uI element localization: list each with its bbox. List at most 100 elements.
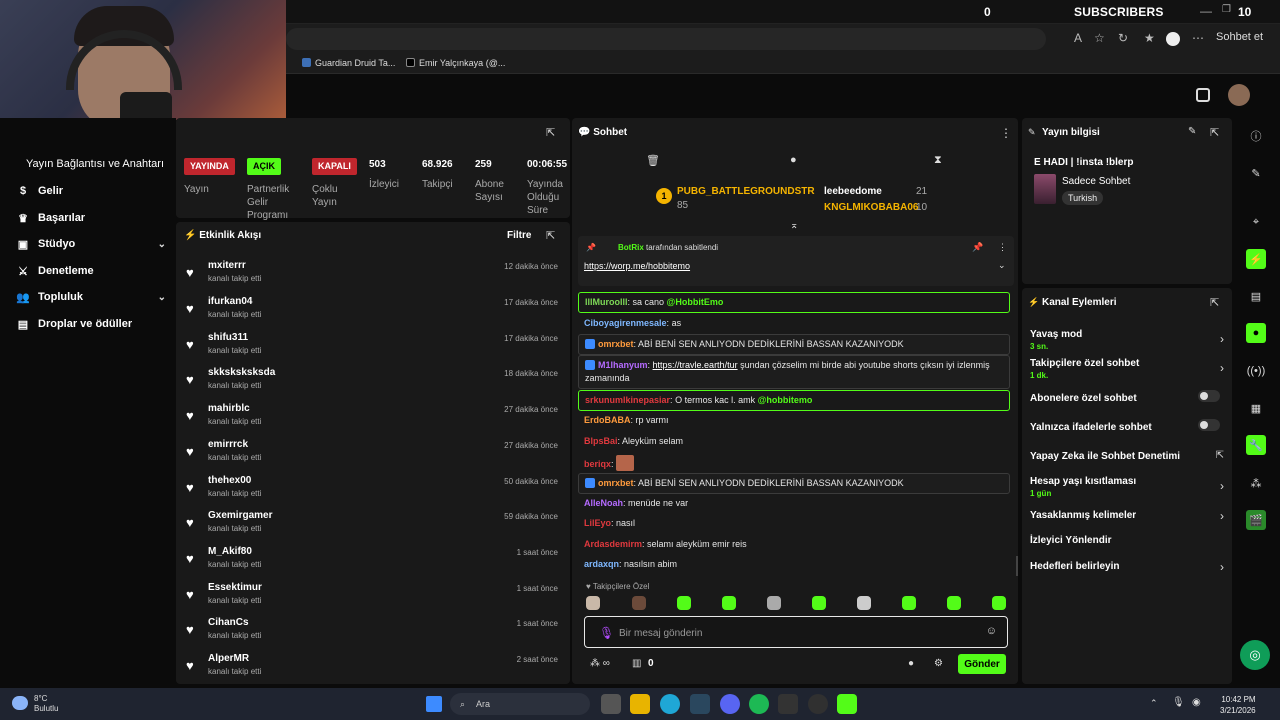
gear-icon[interactable]: ⚙	[934, 658, 943, 669]
edge-icon[interactable]	[660, 694, 680, 714]
feed-user[interactable]: mxiterrr	[208, 260, 246, 271]
feed-row[interactable]: ♥ M_Akif80 kanalı takip etti 1 saat önce	[186, 546, 560, 578]
edit-icon[interactable]: ✎	[1188, 126, 1196, 137]
emote-icon[interactable]	[767, 596, 781, 610]
chat-username[interactable]: BlpsBai	[584, 436, 618, 446]
emote-icon[interactable]	[632, 596, 646, 610]
chat-username[interactable]: lllMuroolll	[585, 297, 628, 307]
feed-row[interactable]: ♥ mahirblc kanalı takip etti 27 dakika önce	[186, 403, 560, 435]
sidebar-item-studyo[interactable]: ▣ Stüdyo ⌄	[16, 233, 166, 255]
feed-user[interactable]: shifu311	[208, 332, 248, 343]
terminal-icon[interactable]	[778, 694, 798, 714]
favorites-icon[interactable]: ★	[1144, 31, 1155, 45]
broadcast-icon[interactable]: ((•))	[1246, 361, 1266, 381]
bookmark-item[interactable]: Guardian Druid Ta...	[302, 58, 395, 68]
action-goals[interactable]: Hedefleri belirleyin ›	[1030, 558, 1226, 574]
obs-icon[interactable]	[808, 694, 828, 714]
wrench-icon[interactable]: 🔧	[1246, 435, 1266, 455]
chat-mention[interactable]: @HobbitEmo	[667, 297, 724, 307]
feed-user[interactable]: emirrrck	[208, 439, 248, 450]
infinity-icon[interactable]: ⁂ ∞	[590, 658, 610, 669]
feed-user[interactable]: AlperMR	[208, 653, 249, 664]
feed-row[interactable]: ♥ Gxemirgamer kanalı takip etti 59 dakika ö…	[186, 510, 560, 542]
emote-icon[interactable]	[812, 596, 826, 610]
file-explorer-icon[interactable]	[630, 694, 650, 714]
sidebar-item-topluluk[interactable]: 👥 Topluluk ⌄	[16, 286, 166, 308]
profile-icon[interactable]	[1166, 32, 1180, 46]
target-icon[interactable]: ⌖	[1246, 212, 1266, 232]
refresh-icon[interactable]: ↻	[1118, 31, 1128, 45]
chevron-down-icon[interactable]: ⌄	[998, 260, 1006, 271]
feed-user[interactable]: CihanCs	[208, 617, 249, 628]
feed-row[interactable]: ♥ AlperMR kanalı takip etti 2 saat önce	[186, 653, 560, 685]
pinned-menu-icon[interactable]: ⋮	[998, 242, 1007, 253]
feed-user[interactable]: thehex00	[208, 475, 251, 486]
feed-user[interactable]: Essektimur	[208, 582, 262, 593]
chat-username[interactable]: M1lhanyum	[598, 360, 648, 370]
info-icon[interactable]: ⓘ	[1246, 126, 1266, 146]
emote-icon[interactable]	[992, 596, 1006, 610]
unpin-icon[interactable]: 📌	[972, 242, 983, 253]
sidebar-item-basarilar[interactable]: ♛ Başarılar	[16, 207, 166, 229]
chevron-up-icon[interactable]: ⌃	[1150, 698, 1158, 709]
chat-icon[interactable]: ●	[1246, 323, 1266, 343]
feed-row[interactable]: ♥ mxiterrr kanalı takip etti 12 dakika önce	[186, 260, 560, 292]
chat-username[interactable]: beriqx	[584, 459, 611, 469]
stream-key-item[interactable]: Yayın Bağlantısı ve Anahtarı	[26, 158, 164, 170]
wifi-icon[interactable]: ◉	[1192, 697, 1201, 708]
send-button[interactable]: Gönder	[958, 654, 1006, 674]
chat-username[interactable]: omrxbet	[598, 478, 634, 488]
steam-icon[interactable]	[690, 694, 710, 714]
chat-settings-icon[interactable]: ●	[908, 658, 914, 669]
favorite-star-icon[interactable]: ☆	[1094, 31, 1105, 45]
emote-icon[interactable]	[947, 596, 961, 610]
feed-row[interactable]: ♥ CihanCs kanalı takip etti 1 saat önce	[186, 617, 560, 649]
feed-user[interactable]: mahirblc	[208, 403, 250, 414]
action-follower-only[interactable]: Takipçilere özel sohbet 1 dk. ›	[1030, 355, 1226, 380]
kick-studio-icon[interactable]	[1196, 88, 1210, 102]
restore-icon[interactable]: ❐	[1222, 4, 1231, 15]
more-icon[interactable]: ⋯	[1192, 31, 1204, 45]
clip-icon[interactable]: 🎬	[1246, 510, 1266, 530]
feed-row[interactable]: ♥ skksksksksda kanalı takip etti 18 dakika …	[186, 367, 560, 399]
chat-link[interactable]: https://travle.earth/tur	[653, 360, 738, 370]
chat-username[interactable]: Ciboyagirenmesale	[584, 318, 667, 328]
popout-icon[interactable]: ⇱	[1210, 126, 1219, 139]
feed-row[interactable]: ♥ thehex00 kanalı takip etti 50 dakika önce	[186, 475, 560, 507]
chat-menu-icon[interactable]: ⋮	[1000, 126, 1012, 140]
language-tag[interactable]: Turkish	[1062, 191, 1104, 205]
action-banned-words[interactable]: Yasaklanmış kelimeler ›	[1030, 507, 1226, 523]
feed-row[interactable]: ♥ Essektimur kanalı takip etti 1 saat önce	[186, 582, 560, 614]
support-icon[interactable]: ◎	[1240, 640, 1270, 670]
action-account-age[interactable]: Hesap yaşı kısıtlaması 1 gün ›	[1030, 473, 1226, 498]
feed-user[interactable]: skksksksksda	[208, 367, 275, 378]
sub-only-toggle[interactable]	[1198, 390, 1220, 402]
read-aloud-icon[interactable]: A	[1074, 31, 1082, 45]
minimize-icon[interactable]: —	[1200, 4, 1212, 18]
system-clock[interactable]: 10:42 PM 3/21/2026	[1220, 694, 1256, 716]
trash-icon[interactable]: 🗑	[646, 154, 660, 167]
task-view-icon[interactable]	[601, 694, 621, 714]
feed-row[interactable]: ♥ emirrrck kanalı takip etti 27 dakika önce	[186, 439, 560, 471]
emote-icon[interactable]	[902, 596, 916, 610]
sidebar-item-droplar[interactable]: ▤ Droplar ve ödüller	[16, 313, 166, 335]
emoji-icon[interactable]: ☺	[986, 625, 997, 637]
spotify-icon[interactable]	[749, 694, 769, 714]
emote-icon[interactable]	[722, 596, 736, 610]
scrollbar[interactable]	[1016, 556, 1018, 576]
collapse-icon[interactable]: ⌅	[790, 220, 798, 231]
chat-username[interactable]: Ardasdemirm	[584, 539, 642, 549]
gift-icon[interactable]: ▥	[632, 658, 641, 669]
discord-icon[interactable]	[720, 694, 740, 714]
chat-username[interactable]: LilEyo	[584, 518, 611, 528]
chat-username[interactable]: ErdoBABA	[584, 415, 631, 425]
mic-icon[interactable]: 🎙	[1172, 697, 1185, 708]
action-ai-moderation[interactable]: Yapay Zeka ile Sohbet Denetimi ⇱	[1030, 448, 1226, 462]
feed-row[interactable]: ♥ shifu311 kanalı takip etti 17 dakika önce	[186, 332, 560, 364]
popout-icon[interactable]: ⇱	[546, 126, 555, 139]
feed-user[interactable]: Gxemirgamer	[208, 510, 272, 521]
layout-icon[interactable]: ▦	[1246, 398, 1266, 418]
chat-mention[interactable]: @hobbitemo	[758, 395, 813, 405]
emote-icon[interactable]	[586, 596, 600, 610]
sidebar-item-denetleme[interactable]: ⚔ Denetleme	[16, 260, 166, 282]
